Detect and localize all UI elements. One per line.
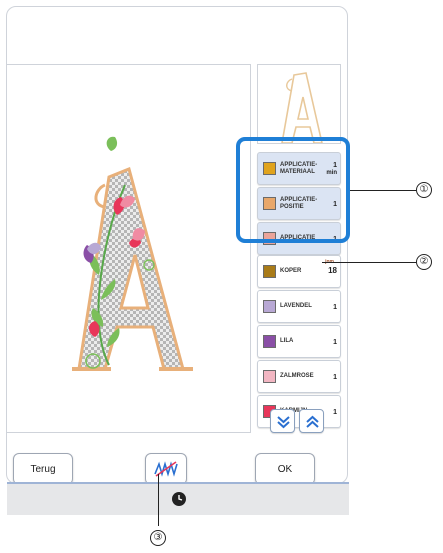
color-name: LILA xyxy=(280,338,294,344)
callout-1: ① xyxy=(416,182,432,198)
stitch-count: 1 xyxy=(333,339,337,346)
callout-3: ③ xyxy=(150,530,166,546)
color-name: ZALMROSE xyxy=(280,373,314,379)
stitch-count: 1 xyxy=(333,409,337,416)
callout-2: ② xyxy=(416,254,432,270)
color-item-zalmrose[interactable]: ZALMROSE 1 xyxy=(257,360,341,393)
color-item-lavendel[interactable]: LAVENDEL 1 xyxy=(257,290,341,323)
double-chevron-down-icon xyxy=(277,416,290,429)
main-panel: APPLICATIE- MATERIAAL 1 min APPLICATIE- … xyxy=(6,6,348,484)
ok-button[interactable]: OK xyxy=(255,453,315,483)
color-item-lila[interactable]: LILA 1 xyxy=(257,325,341,358)
stitch-count: 1 xyxy=(333,304,337,311)
color-swatch xyxy=(263,370,276,383)
letter-a-design-icon xyxy=(72,136,193,371)
stitch-count: 18 xyxy=(328,266,337,275)
back-button-label: Terug xyxy=(30,463,56,475)
color-name: KOPER xyxy=(280,268,302,274)
callout-3-line xyxy=(158,474,159,526)
color-name: LAVENDEL xyxy=(280,303,312,309)
color-swatch xyxy=(263,300,276,313)
back-button[interactable]: Terug xyxy=(13,453,73,483)
design-thumbnail xyxy=(257,64,341,144)
ok-button-label: OK xyxy=(277,463,293,475)
callout-2-line xyxy=(322,262,416,263)
clock-icon xyxy=(172,492,186,506)
color-swatch xyxy=(263,265,276,278)
scroll-up-button[interactable] xyxy=(299,409,324,433)
double-chevron-up-icon xyxy=(306,415,319,428)
color-swatch xyxy=(263,335,276,348)
letter-a-thumbnail-icon xyxy=(281,72,323,143)
bottom-status-bar xyxy=(7,484,349,515)
scroll-down-button[interactable] xyxy=(270,409,295,433)
color-item-koper[interactable]: KOPER jnm 18 xyxy=(257,255,341,288)
application-colors-highlight xyxy=(236,137,350,243)
embroidery-machine-screen: APPLICATIE- MATERIAAL 1 min APPLICATIE- … xyxy=(0,0,443,553)
callout-1-line xyxy=(350,190,416,191)
stitch-toggle-icon xyxy=(154,461,178,477)
stitch-count: 1 xyxy=(333,374,337,381)
stitch-toggle-button[interactable] xyxy=(145,453,187,483)
embroidery-preview xyxy=(7,64,251,433)
